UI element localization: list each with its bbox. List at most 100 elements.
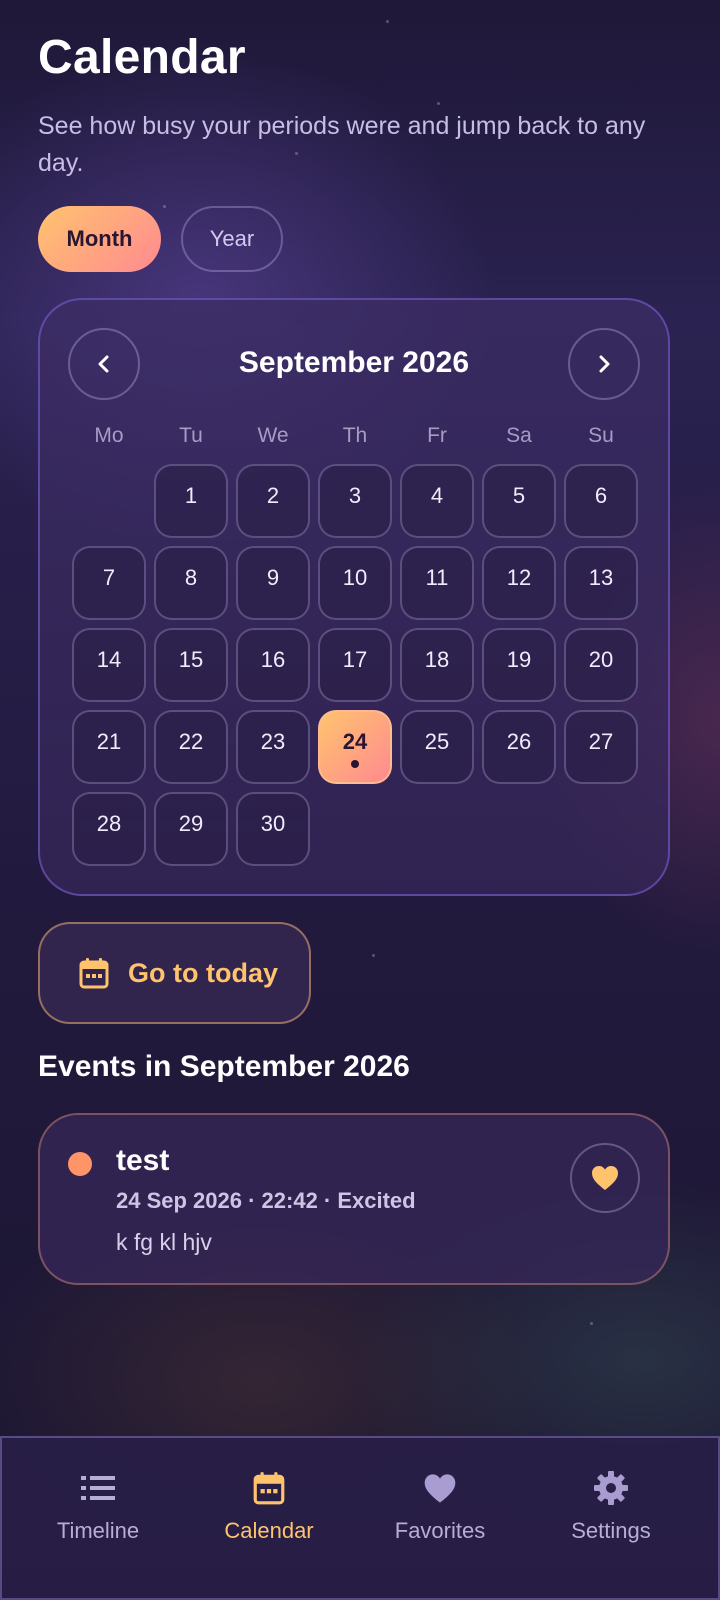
- day-number: 14: [96, 647, 122, 672]
- day-number: 13: [588, 565, 614, 590]
- weekday-label: Tu: [179, 424, 203, 447]
- chevron-right-icon: [599, 355, 610, 373]
- day-cell[interactable]: 13: [564, 546, 638, 620]
- favorite-button[interactable]: [570, 1143, 640, 1213]
- day-number: 15: [178, 647, 204, 672]
- star-decoration: [590, 1322, 593, 1325]
- day-number: 18: [424, 647, 450, 672]
- day-number: 3: [348, 483, 362, 508]
- page-subtitle: See how busy your periods were and jump …: [38, 112, 646, 177]
- calendar-card: September 2026 Mo Tu We Th Fr Sa Su 1234567891…: [38, 298, 670, 896]
- day-number: 12: [506, 565, 532, 590]
- star-decoration: [163, 205, 166, 208]
- bottom-navigation: Timeline Calendar Favorites Settings: [0, 1436, 720, 1600]
- day-cell[interactable]: 22: [154, 710, 228, 784]
- weekday-label: We: [257, 424, 289, 447]
- day-number: 28: [96, 811, 122, 836]
- nav-settings[interactable]: Settings: [521, 1438, 701, 1598]
- day-cell[interactable]: 7: [72, 546, 146, 620]
- day-number: 20: [588, 647, 614, 672]
- go-to-today-button[interactable]: Go to today: [38, 922, 311, 1024]
- day-cell[interactable]: 11: [400, 546, 474, 620]
- day-number: 16: [260, 647, 286, 672]
- day-number: 26: [506, 729, 532, 754]
- nav-settings-label: Settings: [571, 1518, 651, 1543]
- day-cell[interactable]: 25: [400, 710, 474, 784]
- day-cell[interactable]: 21: [72, 710, 146, 784]
- day-cell[interactable]: 6: [564, 464, 638, 538]
- day-number: 2: [266, 483, 280, 508]
- day-cell[interactable]: 1: [154, 464, 228, 538]
- day-cell[interactable]: 15: [154, 628, 228, 702]
- gear-icon: [594, 1471, 628, 1505]
- day-cell[interactable]: 27: [564, 710, 638, 784]
- day-number: 30: [260, 811, 286, 836]
- calendar-icon: [79, 958, 109, 989]
- day-cell[interactable]: 14: [72, 628, 146, 702]
- day-number: 17: [342, 647, 368, 672]
- nav-timeline-label: Timeline: [56, 1518, 140, 1543]
- event-title: test: [116, 1144, 170, 1177]
- day-number: 21: [96, 729, 122, 754]
- event-indicator-dot: [351, 760, 359, 768]
- day-cell[interactable]: 2: [236, 464, 310, 538]
- year-view-toggle[interactable]: Year: [181, 206, 283, 272]
- event-meta: 24 Sep 2026 · 22:42 · Excited: [116, 1188, 416, 1213]
- day-number: 23: [260, 729, 286, 754]
- day-cell[interactable]: 5: [482, 464, 556, 538]
- day-number: 25: [424, 729, 450, 754]
- day-number: 29: [178, 811, 204, 836]
- list-icon: [81, 1476, 115, 1500]
- event-color-dot: [68, 1152, 92, 1176]
- day-cell[interactable]: 26: [482, 710, 556, 784]
- day-number: 24: [342, 729, 368, 754]
- go-to-today-label: Go to today: [128, 957, 278, 988]
- star-decoration: [372, 954, 375, 957]
- next-month-button[interactable]: [568, 328, 640, 400]
- nav-favorites-label: Favorites: [394, 1518, 486, 1543]
- day-number: 8: [184, 565, 198, 590]
- nav-timeline[interactable]: Timeline: [8, 1438, 188, 1598]
- event-card[interactable]: test 24 Sep 2026 · 22:42 · Excited k fg …: [38, 1113, 670, 1285]
- day-cell[interactable]: 12: [482, 546, 556, 620]
- day-cell[interactable]: 8: [154, 546, 228, 620]
- nav-favorites[interactable]: Favorites: [350, 1438, 530, 1598]
- page-title: Calendar: [38, 31, 246, 84]
- day-cell[interactable]: 29: [154, 792, 228, 866]
- weekday-label: Mo: [94, 424, 124, 447]
- nav-calendar[interactable]: Calendar: [179, 1438, 359, 1598]
- weekday-label: Fr: [427, 424, 447, 447]
- day-number: 10: [342, 565, 368, 590]
- day-cell[interactable]: 24: [318, 710, 392, 784]
- day-cell[interactable]: 18: [400, 628, 474, 702]
- event-note: k fg kl hjv: [116, 1229, 212, 1255]
- day-cell[interactable]: 9: [236, 546, 310, 620]
- events-heading: Events in September 2026: [38, 1050, 410, 1083]
- day-cell[interactable]: 30: [236, 792, 310, 866]
- day-number: 4: [430, 483, 444, 508]
- day-number: 5: [512, 483, 526, 508]
- day-cell[interactable]: 28: [72, 792, 146, 866]
- day-cell[interactable]: 20: [564, 628, 638, 702]
- day-number: 19: [506, 647, 532, 672]
- day-cell[interactable]: 4: [400, 464, 474, 538]
- day-cell[interactable]: 10: [318, 546, 392, 620]
- month-view-toggle[interactable]: Month: [38, 206, 161, 272]
- day-number: 7: [102, 565, 116, 590]
- day-number: 6: [594, 483, 608, 508]
- day-cell[interactable]: 19: [482, 628, 556, 702]
- heart-icon: [424, 1473, 456, 1503]
- heart-icon: [592, 1166, 618, 1190]
- nav-calendar-label: Calendar: [224, 1518, 314, 1543]
- weekday-label: Su: [588, 424, 614, 447]
- day-cell[interactable]: 17: [318, 628, 392, 702]
- day-number: 9: [266, 565, 280, 590]
- day-cell[interactable]: 23: [236, 710, 310, 784]
- star-decoration: [437, 102, 440, 105]
- day-cell[interactable]: 3: [318, 464, 392, 538]
- calendar-icon: [253, 1472, 285, 1505]
- star-decoration: [386, 20, 389, 23]
- day-number: 22: [178, 729, 204, 754]
- day-cell[interactable]: 16: [236, 628, 310, 702]
- weekday-label: Sa: [506, 424, 532, 447]
